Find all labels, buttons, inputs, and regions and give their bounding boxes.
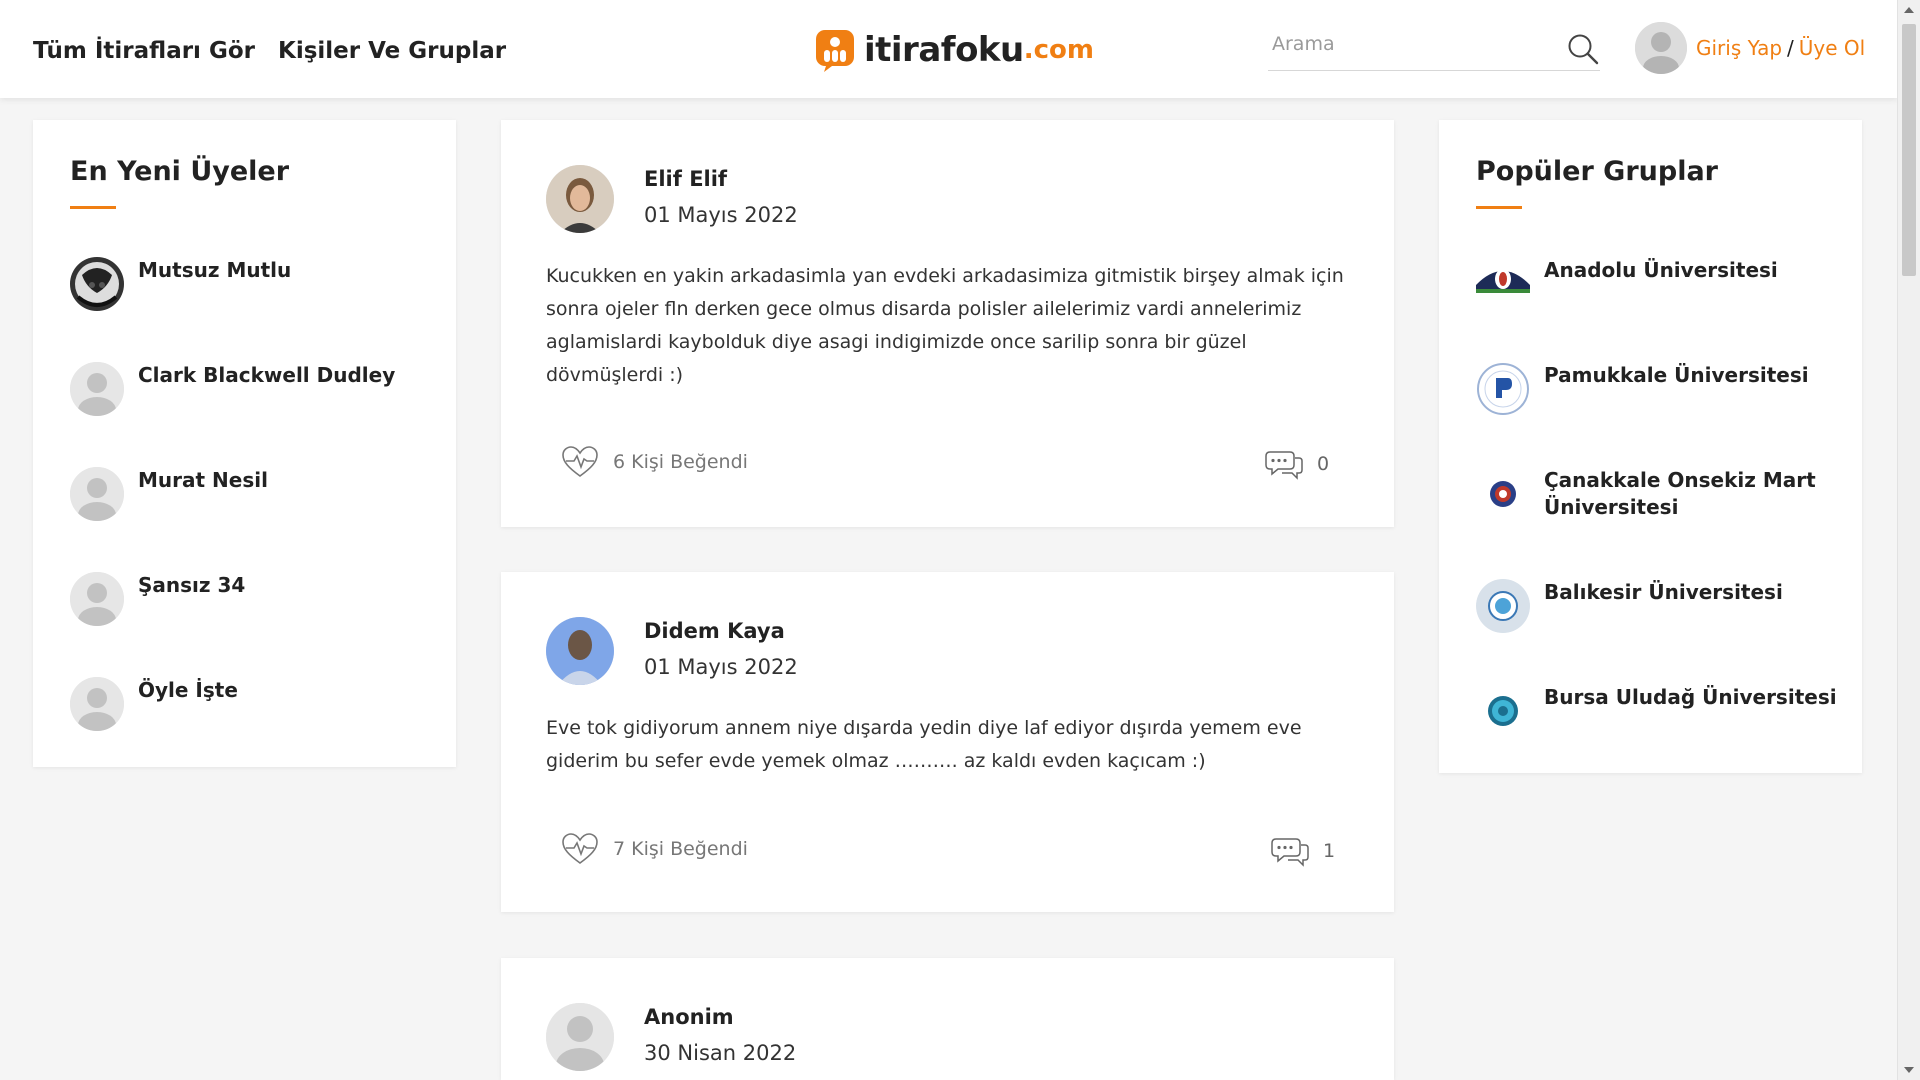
university-logo-icon <box>1476 684 1530 738</box>
post-author[interactable]: Didem Kaya <box>644 619 785 643</box>
member-name: Mutsuz Mutlu <box>138 258 292 282</box>
logo-domain: .com <box>1023 35 1094 65</box>
search-input[interactable] <box>1268 26 1556 62</box>
title-underline <box>1476 206 1522 209</box>
default-avatar-icon <box>70 467 124 521</box>
comment-bubbles-icon <box>1265 451 1303 480</box>
site-logo[interactable]: itirafoku .com <box>814 28 1094 72</box>
group-name: Bursa Uludağ Üniversitesi <box>1544 685 1837 709</box>
post-date: 01 Mayıs 2022 <box>644 655 798 679</box>
like-button[interactable]: 6 Kişi Beğendi <box>561 445 748 479</box>
group-name: Anadolu Üniversitesi <box>1544 258 1778 282</box>
auth-links: Giriş Yap / Üye Ol <box>1696 36 1865 60</box>
post-card: Anonim 30 Nisan 2022 <box>501 958 1394 1080</box>
auth-separator: / <box>1787 36 1794 60</box>
post-author[interactable]: Anonim <box>644 1005 734 1029</box>
logo-icon <box>816 30 854 72</box>
popular-groups-card: Popüler Gruplar Anadolu Üniversitesi Pam… <box>1439 120 1862 773</box>
member-avatar-photo <box>70 257 124 311</box>
newest-members-title: En Yeni Üyeler <box>70 156 290 187</box>
like-count: 6 Kişi Beğendi <box>613 451 748 473</box>
user-avatar[interactable] <box>1635 22 1687 74</box>
post-text: Kucukken en yakin arkadasimla yan evdeki… <box>546 265 1344 386</box>
top-navbar: Tüm İtirafları Gör Kişiler Ve Gruplar it… <box>0 0 1898 98</box>
scroll-up-arrow-icon[interactable] <box>1904 7 1914 13</box>
member-name: Clark Blackwell Dudley <box>138 363 396 387</box>
register-link[interactable]: Üye Ol <box>1799 36 1865 60</box>
default-avatar-icon[interactable] <box>546 1003 614 1071</box>
author-avatar-photo[interactable] <box>546 165 614 233</box>
post-text: Eve tok gidiyorum annem niye dışarda yed… <box>546 717 1302 772</box>
like-button[interactable]: 7 Kişi Beğendi <box>561 832 748 866</box>
comment-count: 1 <box>1323 840 1336 862</box>
university-logo-icon <box>1476 579 1530 633</box>
scroll-thumb[interactable] <box>1902 24 1916 276</box>
member-name: Şansız 34 <box>138 573 246 597</box>
logo-name: itirafoku <box>864 30 1024 70</box>
heart-pulse-icon <box>562 833 598 864</box>
page-scrollbar[interactable] <box>1897 0 1920 1080</box>
default-avatar-icon <box>70 677 124 731</box>
comment-bubbles-icon <box>1271 838 1309 867</box>
author-avatar-photo[interactable] <box>546 617 614 685</box>
comment-button[interactable]: 0 <box>1265 448 1329 480</box>
group-name: Pamukkale Üniversitesi <box>1544 363 1809 387</box>
search-icon[interactable] <box>1566 32 1600 66</box>
post-card: Didem Kaya 01 Mayıs 2022 Eve tok gidiyor… <box>501 572 1394 912</box>
default-avatar-icon <box>70 362 124 416</box>
group-name: Çanakkale Onsekiz Mart Üniversitesi <box>1544 468 1816 519</box>
university-logo-icon <box>1476 362 1530 416</box>
scroll-down-arrow-icon[interactable] <box>1904 1067 1914 1073</box>
nav-people-groups[interactable]: Kişiler Ve Gruplar <box>278 38 506 64</box>
default-user-icon <box>1635 22 1687 74</box>
member-name: Murat Nesil <box>138 468 268 492</box>
nav-all-confessions[interactable]: Tüm İtirafları Gör <box>33 38 255 64</box>
post-card: Elif Elif 01 Mayıs 2022 Kucukken en yaki… <box>501 120 1394 527</box>
post-date: 30 Nisan 2022 <box>644 1041 797 1065</box>
comment-count: 0 <box>1317 453 1330 475</box>
search-box <box>1268 26 1600 71</box>
post-author[interactable]: Elif Elif <box>644 167 727 191</box>
default-avatar-icon <box>70 572 124 626</box>
login-link[interactable]: Giriş Yap <box>1696 36 1782 60</box>
heart-pulse-icon <box>562 446 598 477</box>
like-count: 7 Kişi Beğendi <box>613 838 748 860</box>
university-logo-icon <box>1476 257 1530 311</box>
group-name: Balıkesir Üniversitesi <box>1544 580 1783 604</box>
comment-button[interactable]: 1 <box>1271 835 1335 867</box>
title-underline <box>70 206 116 209</box>
post-date: 01 Mayıs 2022 <box>644 203 798 227</box>
popular-groups-title: Popüler Gruplar <box>1476 156 1718 187</box>
university-logo-icon <box>1476 467 1530 521</box>
newest-members-card: En Yeni Üyeler Mutsuz Mutlu Clark Blackw… <box>33 120 456 767</box>
member-name: Öyle İşte <box>138 678 238 702</box>
